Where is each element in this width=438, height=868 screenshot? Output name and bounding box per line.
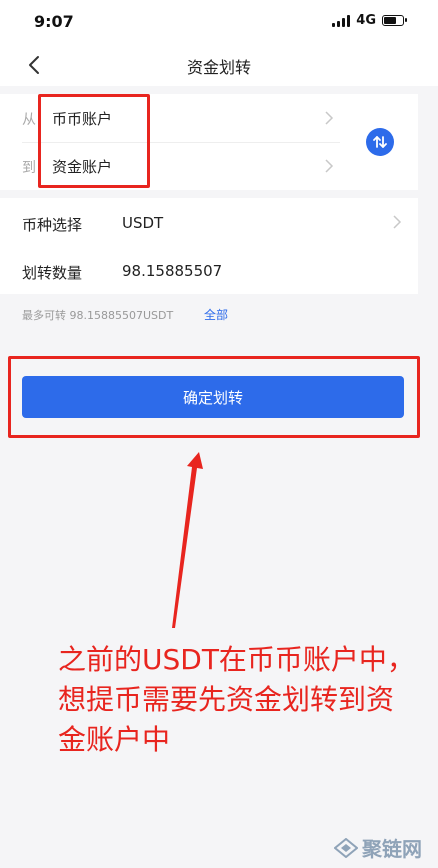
form-card: 币种选择 USDT 划转数量 98.15885507 — [0, 198, 418, 294]
amount-input[interactable]: 98.15885507 — [122, 262, 222, 280]
amount-label: 划转数量 — [22, 264, 83, 282]
nav-bar: 资金划转 — [0, 44, 438, 86]
coin-value: USDT — [122, 214, 164, 232]
to-label: 到 — [22, 160, 36, 176]
all-amount-link[interactable]: 全部 — [204, 306, 228, 323]
status-indicators: 4G — [332, 13, 407, 28]
watermark-logo-icon — [334, 837, 358, 858]
status-time: 9:07 — [34, 12, 74, 31]
page-title: 资金划转 — [186, 58, 251, 77]
amount-row[interactable]: 划转数量 98.15885507 — [0, 246, 418, 294]
max-transferable-text: 最多可转 98.15885507USDT — [22, 309, 174, 322]
status-bar: 9:07 4G — [0, 0, 438, 44]
swap-arrows-icon — [373, 136, 387, 148]
highlight-confirm-box — [8, 356, 420, 438]
swap-direction-button[interactable] — [366, 128, 394, 156]
coin-select-row[interactable]: 币种选择 USDT — [0, 198, 418, 246]
from-label: 从 — [22, 112, 36, 128]
annotation-text: 之前的USDT在币币账户中，想提币需要先资金划转到资金账户中 — [58, 643, 415, 756]
network-type: 4G — [356, 13, 376, 28]
watermark-text: 聚链网 — [362, 837, 422, 861]
chevron-right-icon — [325, 159, 334, 173]
chevron-right-icon — [393, 215, 402, 229]
highlight-accounts-box — [38, 94, 150, 188]
chevron-right-icon — [325, 111, 334, 125]
watermark: 聚链网 — [334, 833, 422, 862]
coin-label: 币种选择 — [22, 216, 83, 234]
signal-icon — [332, 14, 351, 27]
battery-icon — [382, 15, 407, 26]
